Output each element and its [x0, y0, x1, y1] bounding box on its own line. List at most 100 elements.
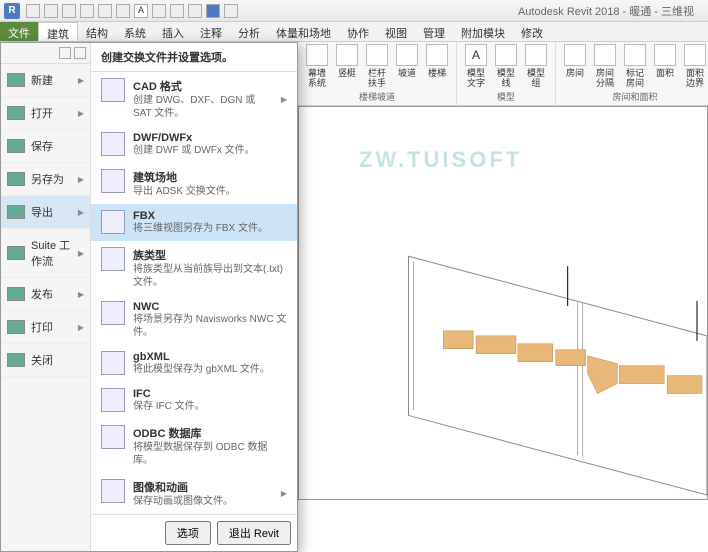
app-menu-item-另存为[interactable]: 另存为▶ [1, 163, 90, 196]
qat-dropdown-icon[interactable] [224, 4, 238, 18]
options-button[interactable]: 选项 [165, 521, 211, 545]
app-menu-item-打开[interactable]: 打开 ▶ [1, 97, 90, 130]
export-item-title: 图像和动画 [133, 479, 273, 495]
room-separator-button[interactable]: 房间分隔 [592, 44, 618, 88]
app-logo[interactable]: R [4, 3, 20, 19]
app-menu-right: 创建交换文件并设置选项。 CAD 格式创建 DWG、DXF、DGN 或 SAT … [91, 43, 297, 551]
qat-open-icon[interactable] [26, 4, 40, 18]
ribbon-group-stairs: 幕墙系统 竖梃 栏杆扶手 坡道 楼梯 楼梯坡道 [298, 42, 457, 105]
export-item-NWC[interactable]: NWC将场景另存为 Navisworks NWC 文件。 [91, 295, 297, 345]
title-bar: R A Autodesk Revit 2018 - 暖通 - 三维视 [0, 0, 708, 22]
menu-item-label: 打开 [31, 105, 53, 121]
export-format-icon [101, 301, 125, 325]
export-item-title: FBX [133, 210, 287, 222]
3d-viewport[interactable]: ZW.TUISOFT [298, 106, 708, 500]
app-menu-item-导出[interactable]: 导出▶ [1, 196, 90, 229]
model-group-button[interactable]: 模型组 [523, 44, 549, 88]
tab-architecture[interactable]: 建筑 [38, 22, 78, 41]
export-format-icon [101, 210, 125, 234]
recent-doc-icon[interactable] [59, 47, 71, 59]
menu-item-icon [7, 106, 25, 120]
ramp-button[interactable]: 坡道 [394, 44, 420, 88]
tab-file[interactable]: 文件 [0, 22, 38, 41]
export-item-族类型[interactable]: 族类型将族类型从当前族导出到文本(.txt)文件。 [91, 241, 297, 295]
area-boundary-button[interactable]: 面积边界 [682, 44, 708, 88]
app-menu-item-保存[interactable]: 保存 [1, 130, 90, 163]
tab-systems[interactable]: 系统 [116, 22, 154, 41]
export-item-CAD-格式[interactable]: CAD 格式创建 DWG、DXF、DGN 或 SAT 文件。▶ [91, 72, 297, 126]
tab-manage[interactable]: 管理 [415, 22, 453, 41]
qat-save-icon[interactable] [44, 4, 58, 18]
tag-room-button[interactable]: 标记房间 [622, 44, 648, 88]
model-line-button[interactable]: 模型线 [493, 44, 519, 88]
tab-collaborate[interactable]: 协作 [339, 22, 377, 41]
chevron-right-icon: ▶ [78, 109, 84, 118]
qat-3d-icon[interactable] [170, 4, 184, 18]
export-item-title: NWC [133, 301, 287, 313]
qat-text-icon[interactable]: A [134, 4, 148, 18]
qat-undo-icon[interactable] [62, 4, 76, 18]
app-menu-item-新建[interactable]: 新建▶ [1, 64, 90, 97]
chevron-right-icon: ▶ [78, 290, 84, 299]
export-item-建筑场地[interactable]: 建筑场地导出 ADSK 交换文件。 [91, 163, 297, 204]
chevron-right-icon: ▶ [78, 76, 84, 85]
area-button[interactable]: 面积 [652, 44, 678, 88]
export-item-IFC[interactable]: IFC保存 IFC 文件。 [91, 382, 297, 419]
export-item-图像和动画[interactable]: 图像和动画保存动画或图像文件。▶ [91, 473, 297, 514]
menu-item-label: 关闭 [31, 352, 53, 368]
qat-section-icon[interactable] [152, 4, 166, 18]
export-format-icon [101, 132, 125, 156]
mullion-button[interactable]: 竖梃 [334, 44, 360, 88]
ribbon-group-room: 房间 房间分隔 标记房间 面积 面积边界 房间和面积 [556, 42, 708, 105]
railing-button[interactable]: 栏杆扶手 [364, 44, 390, 88]
export-format-icon [101, 351, 125, 375]
tab-addins[interactable]: 附加模块 [453, 22, 513, 41]
app-menu-item-关闭[interactable]: 关闭 [1, 344, 90, 377]
qat-sync-icon[interactable] [188, 4, 202, 18]
watermark-text: ZW.TUISOFT [359, 147, 522, 173]
app-menu-item-打印[interactable]: 打印▶ [1, 311, 90, 344]
export-item-FBX[interactable]: FBX将三维视图另存为 FBX 文件。 [91, 204, 297, 241]
export-item-title: CAD 格式 [133, 78, 273, 94]
qat-redo-icon[interactable] [80, 4, 94, 18]
menu-item-icon [7, 205, 25, 219]
tab-insert[interactable]: 插入 [154, 22, 192, 41]
chevron-right-icon: ▶ [78, 175, 84, 184]
export-item-ODBC-数据库[interactable]: ODBC 数据库将模型数据保存到 ODBC 数据库。 [91, 419, 297, 473]
qat-measure-icon[interactable] [116, 4, 130, 18]
export-item-title: ODBC 数据库 [133, 425, 287, 441]
tab-structure[interactable]: 结构 [78, 22, 116, 41]
export-item-desc: 导出 ADSK 交换文件。 [133, 185, 287, 198]
stair-button[interactable]: 楼梯 [424, 44, 450, 88]
tab-annotate[interactable]: 注释 [192, 22, 230, 41]
menu-item-icon [7, 320, 25, 334]
tab-analyze[interactable]: 分析 [230, 22, 268, 41]
export-item-desc: 保存 IFC 文件。 [133, 400, 287, 413]
export-item-DWF-DWFx[interactable]: DWF/DWFx创建 DWF 或 DWFx 文件。 [91, 126, 297, 163]
app-menu-footer: 选项 退出 Revit [91, 514, 297, 551]
menu-item-icon [7, 172, 25, 186]
recent-doc-icon[interactable] [74, 47, 86, 59]
room-button[interactable]: 房间 [562, 44, 588, 88]
qat-switch-icon[interactable] [206, 4, 220, 18]
exit-revit-button[interactable]: 退出 Revit [217, 521, 291, 545]
curtain-system-button[interactable]: 幕墙系统 [304, 44, 330, 88]
app-menu-item-Suite 工作流[interactable]: Suite 工作流▶ [1, 229, 90, 278]
export-item-desc: 将场景另存为 Navisworks NWC 文件。 [133, 313, 287, 339]
export-item-desc: 将三维视图另存为 FBX 文件。 [133, 222, 287, 235]
ribbon-tabs: 文件 建筑 结构 系统 插入 注释 分析 体量和场地 协作 视图 管理 附加模块… [0, 22, 708, 42]
model-text-button[interactable]: A模型文字 [463, 44, 489, 88]
tab-view[interactable]: 视图 [377, 22, 415, 41]
menu-item-label: 导出 [31, 204, 53, 220]
export-panel-header: 创建交换文件并设置选项。 [91, 43, 297, 72]
export-format-icon [101, 78, 125, 102]
app-menu-recent-docs [1, 43, 90, 64]
qat-print-icon[interactable] [98, 4, 112, 18]
tab-massing[interactable]: 体量和场地 [268, 22, 339, 41]
export-item-gbXML[interactable]: gbXML将此模型保存为 gbXML 文件。 [91, 345, 297, 382]
tab-modify[interactable]: 修改 [513, 22, 551, 41]
export-item-desc: 将此模型保存为 gbXML 文件。 [133, 363, 287, 376]
menu-item-label: 保存 [31, 138, 53, 154]
chevron-right-icon: ▶ [281, 489, 287, 498]
app-menu-item-发布[interactable]: 发布▶ [1, 278, 90, 311]
